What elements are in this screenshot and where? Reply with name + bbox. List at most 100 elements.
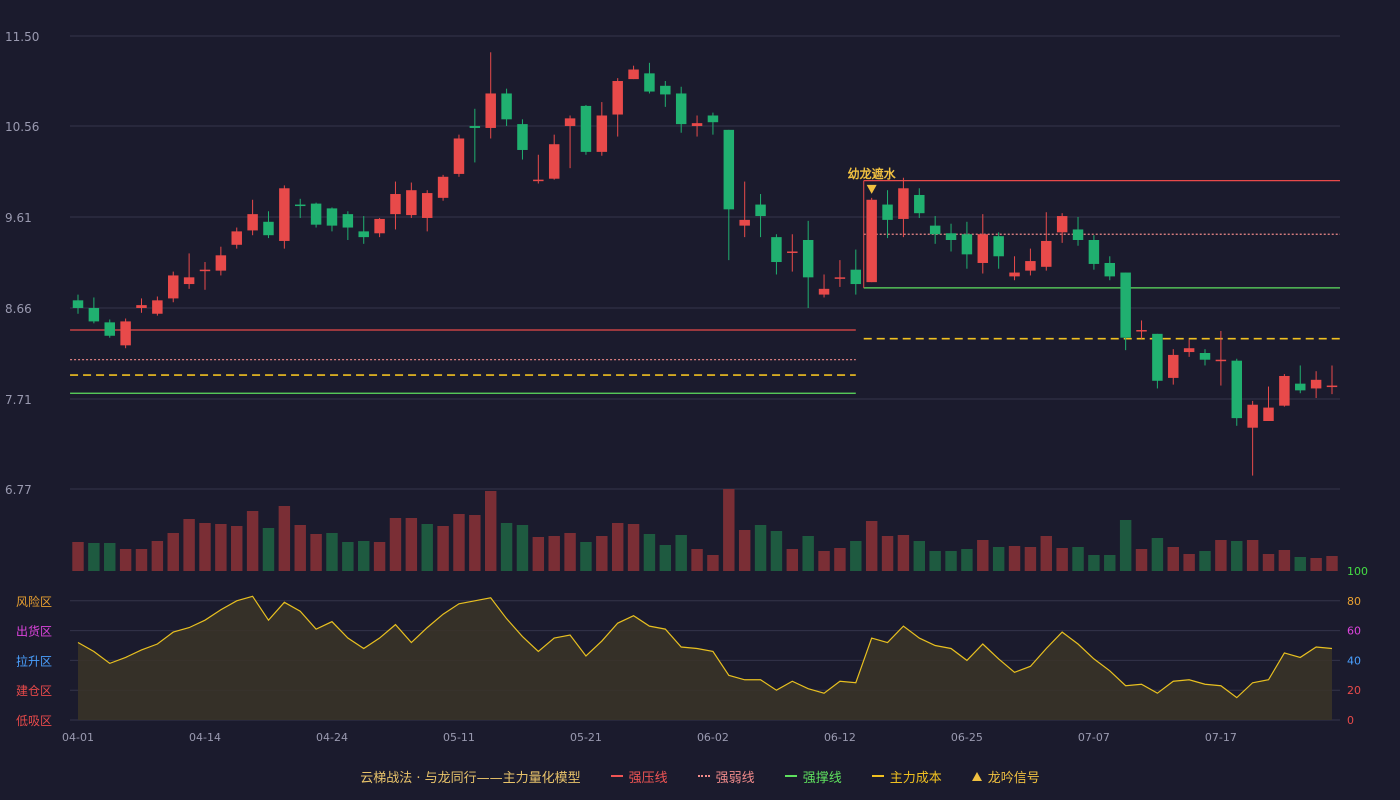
candle-body: [707, 115, 719, 123]
volume-bar: [500, 523, 513, 571]
candle-body: [247, 214, 258, 231]
candle-body: [501, 93, 512, 120]
candle-body: [929, 225, 941, 235]
zone-label: 出货区: [16, 624, 52, 639]
price-tick-label: 7.71: [5, 393, 32, 407]
x-tick-label: 05-21: [570, 731, 602, 744]
volume-bar: [802, 536, 814, 571]
candle-body: [787, 251, 798, 253]
volume-bar: [389, 518, 402, 571]
indicator-tick-label: 80: [1347, 595, 1361, 608]
x-tick-label: 06-12: [824, 731, 856, 744]
candle-body: [755, 204, 766, 217]
volume-bar: [1167, 547, 1179, 571]
volume-bar: [897, 535, 910, 571]
volume-bar: [72, 542, 84, 571]
candle-body: [1183, 348, 1195, 353]
x-tick-label: 05-11: [443, 731, 475, 744]
volume-bar: [834, 548, 846, 571]
candle-body: [548, 144, 560, 179]
legend-item-main-cost[interactable]: 主力成本: [871, 767, 942, 786]
candlestick-chart: 11.50 10.56 9.61 8.66 7.71 6.77 0 20 40 60 80 100 风险…: [5, 30, 1368, 744]
candle-body: [1263, 407, 1274, 422]
candle-body: [485, 93, 496, 128]
candle-body: [453, 138, 465, 174]
x-tick-label: 06-25: [951, 731, 983, 744]
candle-body: [1152, 333, 1163, 381]
candle-body: [358, 231, 369, 238]
candle-body: [231, 231, 242, 245]
candle-body: [437, 176, 449, 198]
x-tick-label: 07-07: [1078, 731, 1110, 744]
volume-bar: [754, 525, 767, 571]
volume-bar: [1104, 555, 1116, 571]
oscillator-area: [78, 596, 1332, 720]
volume-bar: [135, 549, 148, 571]
volume-bar: [564, 533, 576, 571]
legend-item-strong-support[interactable]: 强撑线: [784, 767, 842, 786]
legend-item-dragon-signal[interactable]: 龙吟信号: [971, 767, 1040, 786]
candle-body: [1136, 330, 1147, 332]
candle-body: [675, 93, 687, 125]
candle-body: [644, 73, 655, 92]
candle-body: [136, 305, 147, 308]
legend-title: 云梯战法 · 与龙同行——主力量化模型: [360, 770, 581, 786]
volume-bar: [691, 549, 703, 571]
volume-bar: [1088, 555, 1100, 571]
legend-label: 强压线: [628, 770, 668, 786]
candle-body: [1247, 404, 1258, 428]
candle-body: [1120, 272, 1131, 338]
volume-bar: [231, 526, 243, 571]
legend-label: 强弱线: [715, 770, 755, 786]
candle-body: [533, 179, 544, 182]
legend-item-strong-resistance[interactable]: 强压线: [610, 767, 668, 786]
indicator-tick-label: 40: [1347, 654, 1361, 667]
candle-body: [612, 81, 623, 115]
volume-bar: [1231, 541, 1243, 571]
price-tick-label: 11.50: [5, 30, 39, 44]
candle-body: [72, 300, 84, 308]
volume-bar: [167, 533, 179, 571]
candle-body: [326, 208, 338, 226]
candle-body: [374, 218, 385, 234]
candle-body: [310, 203, 322, 225]
x-tick-label: 06-02: [697, 731, 729, 744]
volume-bar: [580, 542, 592, 571]
candle-body: [183, 277, 195, 285]
legend-item-strength-line[interactable]: 强弱线: [697, 767, 755, 786]
candle-body: [898, 188, 909, 219]
x-tick-label: 07-17: [1205, 731, 1237, 744]
candle-body: [739, 219, 750, 226]
volume-bar: [945, 551, 957, 571]
price-tick-label: 8.66: [5, 302, 32, 316]
candle-body: [120, 321, 131, 346]
candle-body: [834, 277, 846, 279]
volume-bar: [484, 491, 497, 571]
candle-body: [945, 233, 957, 240]
volume-bar: [199, 523, 211, 571]
candle-body: [914, 194, 925, 214]
volume-bar: [881, 536, 894, 571]
volume-bar: [1151, 538, 1164, 571]
candle-body: [961, 234, 973, 255]
zone-label: 低吸区: [16, 714, 52, 728]
candle-body: [1295, 383, 1306, 391]
volume-bar: [151, 541, 164, 571]
candle-body: [882, 204, 893, 220]
candle-body: [1215, 359, 1227, 362]
candle-body: [263, 221, 274, 236]
candle-body: [342, 214, 354, 228]
volume-bar: [707, 555, 719, 571]
candle-body: [104, 322, 115, 336]
volume-bar: [469, 515, 481, 571]
x-tick-label: 04-14: [189, 731, 221, 744]
volume-bar: [1246, 540, 1259, 571]
candle-body: [1279, 375, 1290, 406]
candle-body: [818, 288, 830, 295]
dotted-pink-line-icon: [697, 775, 710, 777]
x-tick-label: 04-01: [62, 731, 94, 744]
candle-body: [406, 190, 417, 216]
candle-body: [993, 236, 1004, 257]
candle-body: [1009, 272, 1020, 277]
volume-bar: [326, 533, 338, 571]
